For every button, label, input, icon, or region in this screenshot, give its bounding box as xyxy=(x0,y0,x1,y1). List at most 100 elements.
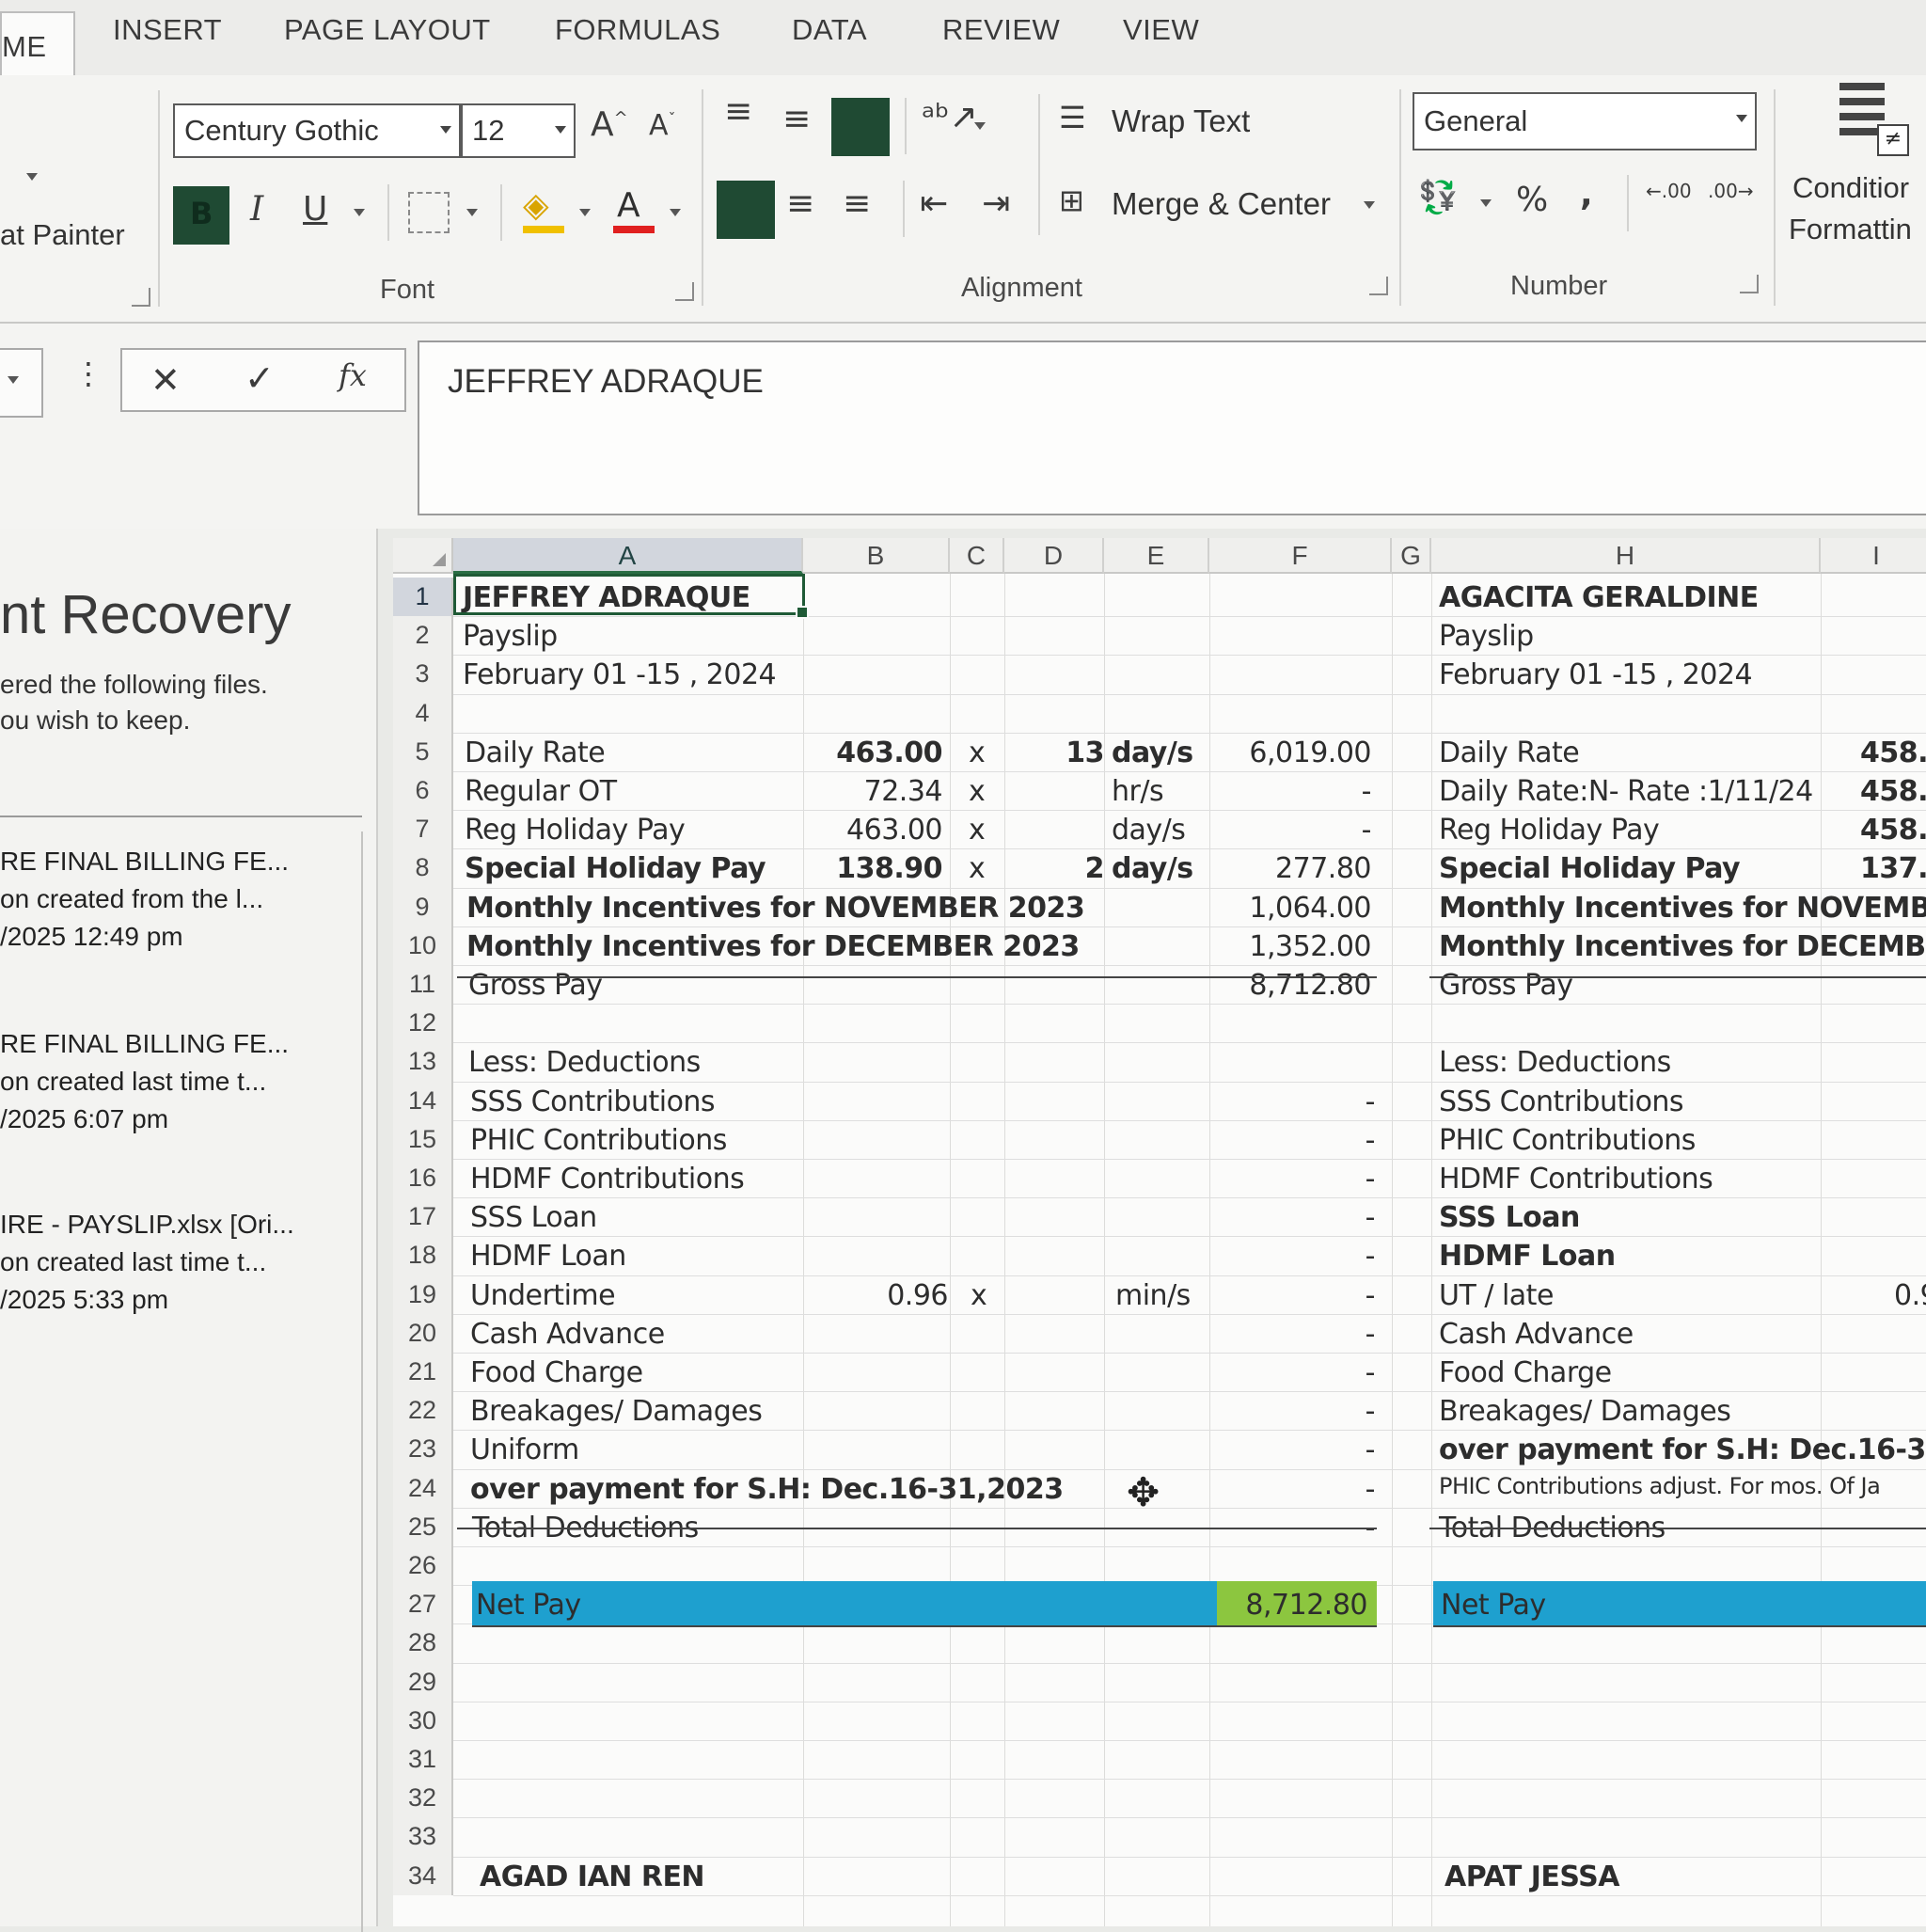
increase-indent-icon[interactable]: ⇥ xyxy=(982,184,1010,223)
column-header-b[interactable]: B xyxy=(803,538,950,574)
orientation-dropdown-icon[interactable] xyxy=(974,122,986,130)
row-header[interactable]: 1 xyxy=(393,578,453,617)
wrap-text-button[interactable]: Wrap Text xyxy=(1112,103,1250,139)
row-header[interactable]: 24 xyxy=(393,1468,453,1508)
borders-icon[interactable] xyxy=(408,192,450,233)
row-header[interactable]: 16 xyxy=(393,1159,453,1198)
cancel-button[interactable]: ✕ xyxy=(150,359,181,401)
recovery-item[interactable]: IRE - PAYSLIP.xlsx [Ori... on created la… xyxy=(0,1206,376,1319)
row-header[interactable]: 2 xyxy=(393,616,453,656)
increase-font-icon[interactable]: A^ xyxy=(591,105,628,144)
comma-button[interactable]: , xyxy=(1580,175,1593,214)
currency-dropdown-icon[interactable] xyxy=(1480,199,1492,207)
row-header[interactable]: 7 xyxy=(393,810,453,849)
row-header[interactable]: 34 xyxy=(393,1856,453,1895)
row-header[interactable]: 12 xyxy=(393,1004,453,1043)
fill-color-dropdown-icon[interactable] xyxy=(579,209,591,216)
row-header[interactable]: 6 xyxy=(393,771,453,811)
align-center-icon[interactable]: ≡ xyxy=(786,184,814,223)
row-header[interactable]: 31 xyxy=(393,1740,453,1780)
italic-button[interactable]: I xyxy=(250,190,263,229)
row-header[interactable]: 22 xyxy=(393,1391,453,1431)
row-header[interactable]: 32 xyxy=(393,1779,453,1818)
row-header[interactable]: 11 xyxy=(393,965,453,1005)
conditional-formatting-label-2[interactable]: Formattin xyxy=(1789,213,1912,246)
borders-dropdown-icon[interactable] xyxy=(466,209,478,216)
align-bottom-button[interactable] xyxy=(831,98,890,156)
underline-dropdown-icon[interactable] xyxy=(354,209,365,216)
column-header-d[interactable]: D xyxy=(1004,538,1104,574)
fill-color-icon[interactable]: ◈ xyxy=(523,186,549,225)
insert-function-button[interactable]: fx xyxy=(339,357,367,393)
column-header-a[interactable]: A xyxy=(453,538,803,574)
fill-handle[interactable] xyxy=(796,606,809,619)
row-header[interactable]: 13 xyxy=(393,1042,453,1082)
column-header-g[interactable]: G xyxy=(1392,538,1431,574)
row-header[interactable]: 18 xyxy=(393,1236,453,1275)
tab-view[interactable]: VIEW xyxy=(1123,13,1199,47)
align-right-icon[interactable]: ≡ xyxy=(843,184,871,223)
align-middle-icon[interactable]: ≡ xyxy=(782,100,811,138)
row-header[interactable]: 3 xyxy=(393,655,453,694)
recovery-item[interactable]: RE FINAL BILLING FE... on created last t… xyxy=(0,1025,376,1138)
select-all-corner[interactable] xyxy=(393,538,453,574)
clipboard-launcher-icon[interactable] xyxy=(132,288,150,307)
recovery-item[interactable]: RE FINAL BILLING FE... on created from t… xyxy=(0,843,376,956)
tab-data[interactable]: DATA xyxy=(792,13,867,47)
decrease-font-icon[interactable]: Aˇ xyxy=(649,109,676,142)
column-header-i[interactable]: I xyxy=(1821,538,1926,574)
column-header-e[interactable]: E xyxy=(1104,538,1209,574)
decrease-decimal-icon[interactable]: .00→ xyxy=(1708,182,1754,200)
bold-button[interactable]: B xyxy=(173,186,229,245)
font-color-icon[interactable]: A xyxy=(617,186,640,225)
row-header[interactable]: 15 xyxy=(393,1119,453,1159)
font-name-select[interactable]: Century Gothic xyxy=(173,103,461,158)
tab-formulas[interactable]: FORMULAS xyxy=(555,13,720,47)
format-painter-button[interactable]: at Painter xyxy=(0,218,125,252)
row-header[interactable]: 23 xyxy=(393,1430,453,1469)
row-header[interactable]: 9 xyxy=(393,887,453,926)
tab-home[interactable]: ME xyxy=(0,11,75,75)
currency-icon[interactable]: 💱 xyxy=(1418,179,1458,216)
conditional-formatting-icon[interactable]: ≠ xyxy=(1839,83,1909,156)
name-box[interactable] xyxy=(0,348,43,418)
underline-button[interactable]: U xyxy=(303,190,327,229)
font-launcher-icon[interactable] xyxy=(675,282,694,301)
row-header[interactable]: 17 xyxy=(393,1197,453,1237)
row-header[interactable]: 8 xyxy=(393,848,453,888)
orientation-icon[interactable]: ᵃᵇ↗ xyxy=(922,98,978,136)
number-launcher-icon[interactable] xyxy=(1740,275,1759,293)
tab-page-layout[interactable]: PAGE LAYOUT xyxy=(284,13,491,47)
worksheet-grid[interactable]: A B C D E F G H I 1 2 3 4 5 6 7 8 9 10 11 12 13 14 15 1… xyxy=(393,538,1926,1926)
formula-input[interactable]: JEFFREY ADRAQUE xyxy=(418,340,1926,515)
column-header-h[interactable]: H xyxy=(1431,538,1821,574)
row-header[interactable]: 33 xyxy=(393,1817,453,1857)
increase-decimal-icon[interactable]: ←.00 xyxy=(1646,182,1692,200)
row-header[interactable]: 20 xyxy=(393,1313,453,1353)
row-header[interactable]: 28 xyxy=(393,1623,453,1663)
number-format-select[interactable]: General xyxy=(1413,92,1757,150)
merge-dropdown-icon[interactable] xyxy=(1364,201,1375,209)
font-size-select[interactable]: 12 xyxy=(461,103,576,158)
tab-review[interactable]: REVIEW xyxy=(942,13,1060,47)
align-left-button[interactable] xyxy=(717,181,775,239)
row-header[interactable]: 5 xyxy=(393,732,453,771)
row-header[interactable]: 27 xyxy=(393,1585,453,1624)
row-header[interactable]: 25 xyxy=(393,1507,453,1546)
paste-dropdown-icon[interactable] xyxy=(26,173,38,181)
scrollbar-track[interactable] xyxy=(361,831,363,1932)
row-header[interactable]: 4 xyxy=(393,693,453,733)
column-header-c[interactable]: C xyxy=(950,538,1004,574)
column-header-f[interactable]: F xyxy=(1209,538,1392,574)
decrease-indent-icon[interactable]: ⇤ xyxy=(920,184,948,223)
row-header[interactable]: 21 xyxy=(393,1353,453,1392)
row-header[interactable]: 19 xyxy=(393,1275,453,1314)
alignment-launcher-icon[interactable] xyxy=(1369,277,1388,295)
merge-center-button[interactable]: Merge & Center xyxy=(1112,186,1331,222)
conditional-formatting-label-1[interactable]: Conditior xyxy=(1792,171,1909,205)
tab-insert[interactable]: INSERT xyxy=(113,13,222,47)
row-header[interactable]: 29 xyxy=(393,1662,453,1702)
row-header[interactable]: 26 xyxy=(393,1546,453,1586)
row-header[interactable]: 10 xyxy=(393,926,453,965)
font-color-dropdown-icon[interactable] xyxy=(670,209,681,216)
